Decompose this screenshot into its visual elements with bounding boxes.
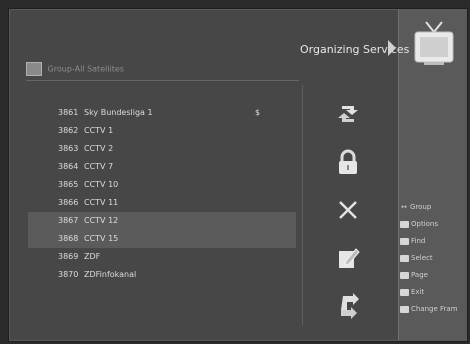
channel-row[interactable]: 3868 CCTV 15 bbox=[28, 230, 296, 248]
title-pointer-icon bbox=[388, 40, 396, 56]
group-header[interactable]: Group-All Satellites bbox=[26, 62, 124, 80]
channel-number: 3865 bbox=[58, 180, 79, 189]
legend-label: Options bbox=[411, 220, 439, 228]
channel-name: CCTV 7 bbox=[84, 162, 114, 171]
channel-name: CCTV 1 bbox=[84, 126, 114, 135]
satellite-group-icon bbox=[26, 62, 42, 76]
exit-key-icon bbox=[400, 288, 409, 296]
group-key-icon: ↔ bbox=[401, 202, 407, 211]
options-key-icon bbox=[400, 220, 409, 228]
legend-label: Exit bbox=[411, 288, 425, 296]
page-key-icon bbox=[400, 271, 409, 279]
channel-row[interactable]: 3866 CCTV 11 bbox=[28, 194, 296, 212]
delete-button[interactable] bbox=[318, 186, 378, 234]
channel-number: 3869 bbox=[58, 252, 79, 261]
channel-row[interactable]: 3862 CCTV 1 bbox=[28, 122, 296, 140]
lock-button[interactable] bbox=[318, 138, 378, 186]
channel-number: 3861 bbox=[58, 108, 79, 117]
channel-name: Sky Bundesliga 1 bbox=[84, 108, 153, 117]
channel-name: CCTV 2 bbox=[84, 144, 114, 153]
channel-number: 3867 bbox=[58, 216, 79, 225]
channel-number: 3862 bbox=[58, 126, 79, 135]
channel-row[interactable]: 3865 CCTV 10 bbox=[28, 176, 296, 194]
list-divider bbox=[302, 85, 303, 325]
channel-name: CCTV 12 bbox=[84, 216, 119, 225]
skip-button[interactable] bbox=[318, 282, 378, 330]
legend-label: Select bbox=[411, 254, 433, 262]
channel-name: ZDF bbox=[84, 252, 101, 261]
channel-name: CCTV 11 bbox=[84, 198, 119, 207]
legend-item: Page bbox=[400, 267, 466, 284]
skip-icon bbox=[341, 293, 359, 319]
legend-item: ↔ Group bbox=[400, 199, 466, 216]
channel-row[interactable]: 3867 CCTV 12 bbox=[28, 212, 296, 230]
channel-number: 3870 bbox=[58, 270, 79, 279]
tv-icon bbox=[414, 21, 454, 65]
legend-label: Group bbox=[410, 203, 432, 211]
lock-icon bbox=[339, 149, 357, 174]
channel-row[interactable]: 3863 CCTV 2 bbox=[28, 140, 296, 158]
channel-number: 3868 bbox=[58, 234, 79, 243]
legend-item: Change Fram bbox=[400, 301, 466, 318]
legend-item: Find bbox=[400, 233, 466, 250]
legend-item: Select bbox=[400, 250, 466, 267]
channel-row[interactable]: 3861 Sky Bundesliga 1 $ bbox=[28, 104, 296, 122]
legend-label: Page bbox=[411, 271, 428, 279]
find-key-icon bbox=[400, 237, 409, 245]
delete-icon bbox=[339, 201, 357, 219]
move-icon bbox=[338, 106, 358, 122]
channel-list: 3861 Sky Bundesliga 1 $3862 CCTV 1 3863 CCTV … bbox=[28, 104, 296, 284]
change-frame-key-icon bbox=[400, 305, 409, 313]
legend-label: Change Fram bbox=[411, 305, 458, 313]
channel-name: ZDFinfokanal bbox=[84, 270, 137, 279]
channel-row[interactable]: 3870 ZDFinfokanal bbox=[28, 266, 296, 284]
channel-number: 3866 bbox=[58, 198, 79, 207]
channel-number: 3864 bbox=[58, 162, 79, 171]
legend-label: Find bbox=[411, 237, 426, 245]
header-divider bbox=[26, 80, 299, 81]
channel-number: 3863 bbox=[58, 144, 79, 153]
legend-item: Options bbox=[400, 216, 466, 233]
legend-item: Exit bbox=[400, 284, 466, 301]
action-column bbox=[318, 90, 378, 330]
channel-row[interactable]: 3864 CCTV 7 bbox=[28, 158, 296, 176]
channel-row[interactable]: 3869 ZDF bbox=[28, 248, 296, 266]
rename-icon bbox=[339, 248, 360, 268]
select-key-icon bbox=[400, 254, 409, 262]
key-legend: ↔ Group Options Find Select Page Exit Change Fr… bbox=[400, 199, 466, 318]
move-button[interactable] bbox=[318, 90, 378, 138]
group-label: Group-All Satellites bbox=[47, 64, 125, 74]
rename-button[interactable] bbox=[318, 234, 378, 282]
channel-name: CCTV 10 bbox=[84, 180, 119, 189]
scrambled-flag: $ bbox=[255, 108, 261, 117]
channel-name: CCTV 15 bbox=[84, 234, 119, 243]
